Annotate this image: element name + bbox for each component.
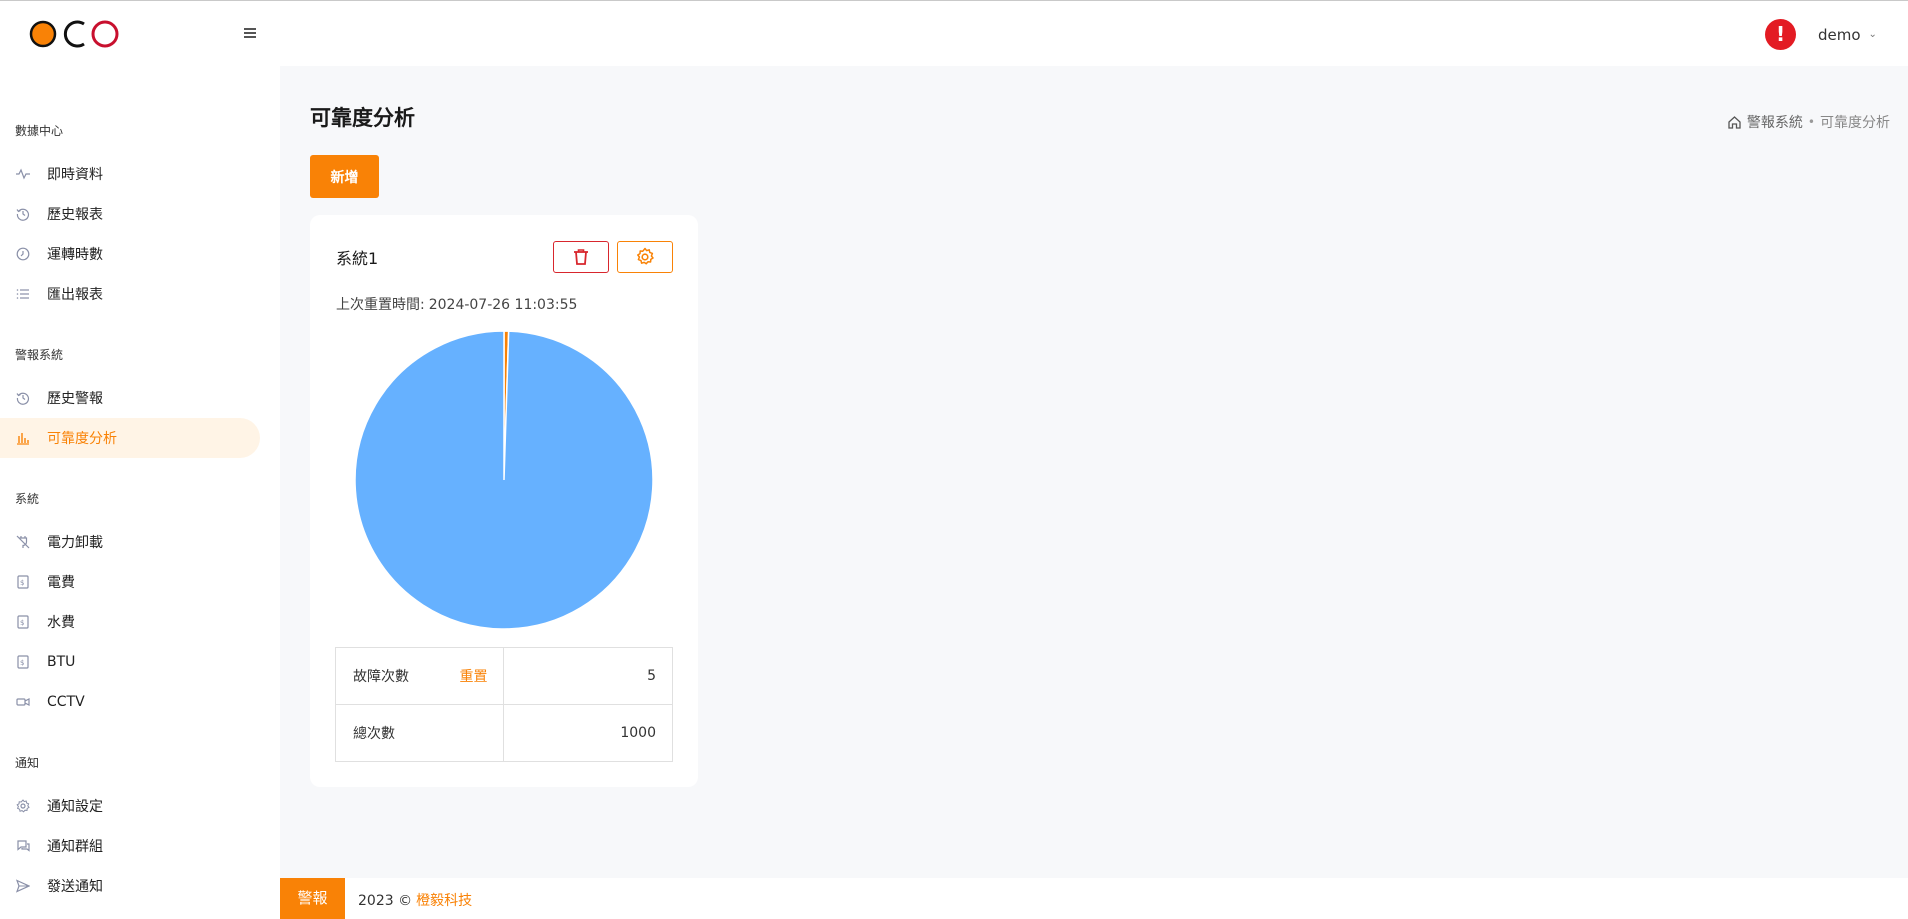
unplug-icon [15, 534, 31, 550]
failure-count-value: 5 [503, 647, 673, 705]
clock-icon [15, 246, 31, 262]
copyright: 2023 © 橙毅科技 [358, 890, 472, 910]
svg-text:$: $ [20, 659, 24, 667]
bill-icon: $ [15, 614, 31, 630]
total-count-label: 總次數 [334, 704, 505, 762]
sidebar-item-cctv[interactable]: CCTV [0, 682, 260, 722]
last-reset-time: 上次重置時間: 2024-07-26 11:03:55 [336, 294, 577, 314]
company-logo [29, 20, 119, 48]
delete-button[interactable] [553, 241, 609, 273]
breadcrumb-separator: • [1807, 115, 1815, 129]
chat-icon [15, 838, 31, 854]
pie-slice-1 [355, 331, 653, 629]
sidebar-item-label: 水費 [47, 615, 75, 631]
alert-icon[interactable]: ! [1765, 19, 1796, 50]
activity-icon [15, 166, 31, 182]
svg-text:$: $ [20, 579, 24, 587]
sidebar-group-title: 警報系統 [15, 348, 64, 362]
reliability-card: 系統1 上次重置時間: 2024-07-26 11:03:55 故障次數 重置 5… [310, 215, 698, 787]
history-icon [15, 206, 31, 222]
sidebar-item-label: 發送通知 [47, 879, 103, 895]
sidebar-item-label: 歷史報表 [47, 207, 103, 223]
last-reset-value: 2024-07-26 11:03:55 [428, 297, 578, 313]
footer: 警報 2023 © 橙毅科技 [280, 878, 1908, 919]
sidebar-item-label: 電力卸載 [47, 535, 103, 551]
sidebar-item-power-shedding[interactable]: 電力卸載 [0, 522, 260, 562]
settings-button[interactable] [617, 241, 673, 273]
user-name: demo [1818, 26, 1861, 44]
sidebar-item-btu[interactable]: $ BTU [0, 642, 260, 682]
sidebar-item-label: 運轉時數 [47, 247, 103, 263]
sidebar-item-label: CCTV [47, 694, 85, 710]
sidebar-item-label: 可靠度分析 [47, 431, 117, 447]
sidebar-group-title: 通知 [15, 756, 40, 770]
add-button[interactable]: 新增 [310, 155, 379, 198]
sidebar-item-label: 歷史警報 [47, 391, 103, 407]
sidebar-item-export-report[interactable]: 匯出報表 [0, 274, 260, 314]
gear-icon [15, 798, 31, 814]
reliability-stats-table: 故障次數 重置 5 總次數 1000 [334, 647, 673, 762]
alert-tab-button[interactable]: 警報 [280, 878, 345, 919]
card-title: 系統1 [336, 249, 379, 268]
total-count-value: 1000 [503, 704, 673, 762]
sidebar-item-reliability-analysis[interactable]: 可靠度分析 [0, 418, 260, 458]
sidebar-item-notification-settings[interactable]: 通知設定 [0, 786, 260, 826]
list-icon [15, 286, 31, 302]
reliability-pie-chart [355, 331, 653, 629]
sidebar-item-label: 電費 [47, 575, 75, 591]
bar-chart-icon [15, 430, 31, 446]
user-menu[interactable]: demo ⌄ [1818, 24, 1877, 46]
failure-count-label: 故障次數 [353, 669, 409, 685]
copyright-text: 2023 © [358, 893, 413, 909]
sidebar-item-electricity-fee[interactable]: $ 電費 [0, 562, 260, 602]
table-row: 故障次數 重置 5 [334, 647, 673, 705]
sidebar-item-notification-groups[interactable]: 通知群組 [0, 826, 260, 866]
sidebar-group-title: 數據中心 [15, 124, 64, 138]
company-link[interactable]: 橙毅科技 [416, 893, 472, 909]
sidebar-item-history-alarm[interactable]: 歷史警報 [0, 378, 260, 418]
home-icon[interactable] [1727, 115, 1742, 130]
sidebar-item-water-fee[interactable]: $ 水費 [0, 602, 260, 642]
breadcrumb: 警報系統 • 可靠度分析 [1727, 112, 1890, 132]
last-reset-label: 上次重置時間: [336, 297, 425, 313]
breadcrumb-current: 可靠度分析 [1820, 115, 1890, 131]
bill-icon: $ [15, 654, 31, 670]
sidebar-item-label: BTU [47, 654, 76, 670]
menu-toggle-icon[interactable] [244, 28, 260, 42]
sidebar-item-history-report[interactable]: 歷史報表 [0, 194, 260, 234]
video-icon [15, 694, 31, 710]
table-row: 總次數 1000 [334, 704, 673, 762]
sidebar-item-realtime-data[interactable]: 即時資料 [0, 154, 260, 194]
sidebar-item-label: 通知設定 [47, 799, 103, 815]
send-icon [15, 878, 31, 894]
sidebar: 數據中心 即時資料 歷史報表 運轉時數 匯出報表 警報系統 歷史警報 可靠度分析… [0, 66, 280, 919]
sidebar-item-label: 通知群組 [47, 839, 103, 855]
sidebar-item-operating-hours[interactable]: 運轉時數 [0, 234, 260, 274]
trash-icon [574, 249, 588, 265]
sidebar-item-send-notification[interactable]: 發送通知 [0, 866, 260, 906]
bill-icon: $ [15, 574, 31, 590]
sidebar-item-label: 即時資料 [47, 167, 103, 183]
sidebar-item-label: 匯出報表 [47, 287, 103, 303]
top-header: ! demo ⌄ [0, 0, 1908, 66]
sidebar-group-title: 系統 [15, 492, 40, 506]
history-icon [15, 390, 31, 406]
failure-count-cell: 故障次數 重置 [334, 647, 505, 705]
breadcrumb-item[interactable]: 警報系統 [1747, 112, 1803, 132]
chevron-down-icon: ⌄ [1868, 28, 1877, 40]
svg-text:$: $ [20, 619, 24, 627]
page-title: 可靠度分析 [310, 106, 415, 130]
gear-icon [637, 247, 654, 265]
reset-link[interactable]: 重置 [459, 666, 487, 686]
